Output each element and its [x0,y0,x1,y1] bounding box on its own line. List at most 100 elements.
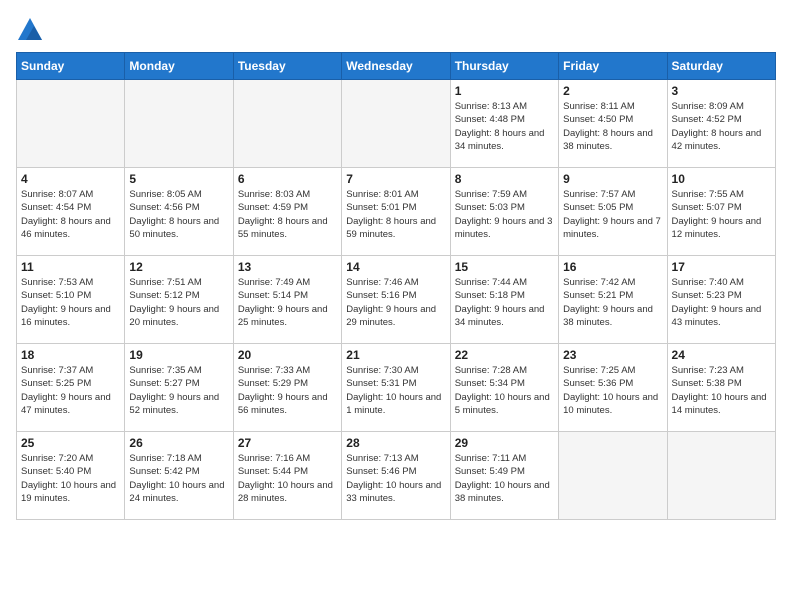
calendar-cell: 24Sunrise: 7:23 AM Sunset: 5:38 PM Dayli… [667,344,775,432]
day-info: Sunrise: 7:57 AM Sunset: 5:05 PM Dayligh… [563,188,662,241]
day-info: Sunrise: 7:28 AM Sunset: 5:34 PM Dayligh… [455,364,554,417]
day-number: 10 [672,172,771,186]
day-number: 29 [455,436,554,450]
day-info: Sunrise: 8:11 AM Sunset: 4:50 PM Dayligh… [563,100,662,153]
day-header-monday: Monday [125,53,233,80]
calendar-cell: 7 Sunrise: 8:01 AM Sunset: 5:01 PM Daylig… [342,168,450,256]
day-number: 11 [21,260,120,274]
logo-icon [16,16,44,44]
calendar-cell: 17 Sunrise: 7:40 AM Sunset: 5:23 PM Dayli… [667,256,775,344]
day-info: Sunrise: 8:03 AM Sunset: 4:59 PM Dayligh… [238,188,337,241]
calendar-cell: 12 Sunrise: 7:51 AM Sunset: 5:12 PM Dayli… [125,256,233,344]
day-number: 28 [346,436,445,450]
day-number: 25 [21,436,120,450]
days-of-week-row: SundayMondayTuesdayWednesdayThursdayFrid… [17,53,776,80]
calendar-cell: 6 Sunrise: 8:03 AM Sunset: 4:59 PM Daylig… [233,168,341,256]
day-header-friday: Friday [559,53,667,80]
calendar-cell: 27 Sunrise: 7:16 AM Sunset: 5:44 PM Dayli… [233,432,341,520]
week-row-5: 25 Sunrise: 7:20 AM Sunset: 5:40 PM Dayli… [17,432,776,520]
day-info: Sunrise: 8:01 AM Sunset: 5:01 PM Dayligh… [346,188,445,241]
page-header [16,16,776,44]
day-info: Sunrise: 7:49 AM Sunset: 5:14 PM Dayligh… [238,276,337,329]
day-number: 21 [346,348,445,362]
day-info: Sunrise: 8:05 AM Sunset: 4:56 PM Dayligh… [129,188,228,241]
day-number: 19 [129,348,228,362]
calendar-cell: 2 Sunrise: 8:11 AM Sunset: 4:50 PM Daylig… [559,80,667,168]
day-info: Sunrise: 8:09 AM Sunset: 4:52 PM Dayligh… [672,100,771,153]
calendar-cell: 22 Sunrise: 7:28 AM Sunset: 5:34 PM Dayli… [450,344,558,432]
day-info: Sunrise: 7:16 AM Sunset: 5:44 PM Dayligh… [238,452,337,505]
week-row-3: 11Sunrise: 7:53 AM Sunset: 5:10 PM Dayli… [17,256,776,344]
day-number: 4 [21,172,120,186]
calendar-cell: 4 Sunrise: 8:07 AM Sunset: 4:54 PM Daylig… [17,168,125,256]
day-number: 12 [129,260,228,274]
calendar-cell [233,80,341,168]
day-info: Sunrise: 7:46 AM Sunset: 5:16 PM Dayligh… [346,276,445,329]
calendar-cell [342,80,450,168]
day-info: Sunrise: 7:40 AM Sunset: 5:23 PM Dayligh… [672,276,771,329]
day-number: 15 [455,260,554,274]
day-number: 22 [455,348,554,362]
day-info: Sunrise: 7:30 AM Sunset: 5:31 PM Dayligh… [346,364,445,417]
day-number: 8 [455,172,554,186]
day-number: 6 [238,172,337,186]
day-header-tuesday: Tuesday [233,53,341,80]
week-row-2: 4 Sunrise: 8:07 AM Sunset: 4:54 PM Daylig… [17,168,776,256]
calendar-cell: 5 Sunrise: 8:05 AM Sunset: 4:56 PM Daylig… [125,168,233,256]
calendar-table: SundayMondayTuesdayWednesdayThursdayFrid… [16,52,776,520]
day-info: Sunrise: 7:33 AM Sunset: 5:29 PM Dayligh… [238,364,337,417]
calendar-cell: 19 Sunrise: 7:35 AM Sunset: 5:27 PM Dayli… [125,344,233,432]
day-header-saturday: Saturday [667,53,775,80]
calendar-cell [125,80,233,168]
day-info: Sunrise: 7:59 AM Sunset: 5:03 PM Dayligh… [455,188,554,241]
day-info: Sunrise: 7:11 AM Sunset: 5:49 PM Dayligh… [455,452,554,505]
calendar-cell: 23Sunrise: 7:25 AM Sunset: 5:36 PM Dayli… [559,344,667,432]
day-header-sunday: Sunday [17,53,125,80]
calendar-cell [17,80,125,168]
logo [16,16,48,44]
week-row-4: 18 Sunrise: 7:37 AM Sunset: 5:25 PM Dayli… [17,344,776,432]
calendar-cell: 20 Sunrise: 7:33 AM Sunset: 5:29 PM Dayli… [233,344,341,432]
calendar-cell: 21 Sunrise: 7:30 AM Sunset: 5:31 PM Dayli… [342,344,450,432]
day-number: 3 [672,84,771,98]
day-number: 13 [238,260,337,274]
day-number: 7 [346,172,445,186]
calendar-cell: 16Sunrise: 7:42 AM Sunset: 5:21 PM Dayli… [559,256,667,344]
day-number: 17 [672,260,771,274]
day-info: Sunrise: 7:13 AM Sunset: 5:46 PM Dayligh… [346,452,445,505]
calendar-cell: 28 Sunrise: 7:13 AM Sunset: 5:46 PM Dayli… [342,432,450,520]
calendar-cell: 10 Sunrise: 7:55 AM Sunset: 5:07 PM Dayli… [667,168,775,256]
calendar-cell: 14 Sunrise: 7:46 AM Sunset: 5:16 PM Dayli… [342,256,450,344]
calendar-cell: 18 Sunrise: 7:37 AM Sunset: 5:25 PM Dayli… [17,344,125,432]
day-header-thursday: Thursday [450,53,558,80]
day-number: 1 [455,84,554,98]
calendar-header: SundayMondayTuesdayWednesdayThursdayFrid… [17,53,776,80]
day-number: 24 [672,348,771,362]
calendar-cell: 11Sunrise: 7:53 AM Sunset: 5:10 PM Dayli… [17,256,125,344]
day-number: 5 [129,172,228,186]
day-info: Sunrise: 7:51 AM Sunset: 5:12 PM Dayligh… [129,276,228,329]
day-info: Sunrise: 7:55 AM Sunset: 5:07 PM Dayligh… [672,188,771,241]
day-number: 27 [238,436,337,450]
day-number: 9 [563,172,662,186]
day-number: 18 [21,348,120,362]
day-info: Sunrise: 7:35 AM Sunset: 5:27 PM Dayligh… [129,364,228,417]
day-info: Sunrise: 7:20 AM Sunset: 5:40 PM Dayligh… [21,452,120,505]
day-info: Sunrise: 8:07 AM Sunset: 4:54 PM Dayligh… [21,188,120,241]
day-number: 2 [563,84,662,98]
day-number: 16 [563,260,662,274]
day-number: 14 [346,260,445,274]
calendar-cell: 25 Sunrise: 7:20 AM Sunset: 5:40 PM Dayli… [17,432,125,520]
day-info: Sunrise: 7:44 AM Sunset: 5:18 PM Dayligh… [455,276,554,329]
calendar-cell: 26Sunrise: 7:18 AM Sunset: 5:42 PM Dayli… [125,432,233,520]
calendar-cell [667,432,775,520]
day-info: Sunrise: 8:13 AM Sunset: 4:48 PM Dayligh… [455,100,554,153]
calendar-body: 1 Sunrise: 8:13 AM Sunset: 4:48 PM Daylig… [17,80,776,520]
calendar-cell: 1 Sunrise: 8:13 AM Sunset: 4:48 PM Daylig… [450,80,558,168]
calendar-cell: 3 Sunrise: 8:09 AM Sunset: 4:52 PM Daylig… [667,80,775,168]
day-info: Sunrise: 7:25 AM Sunset: 5:36 PM Dayligh… [563,364,662,417]
day-info: Sunrise: 7:37 AM Sunset: 5:25 PM Dayligh… [21,364,120,417]
calendar-cell: 9 Sunrise: 7:57 AM Sunset: 5:05 PM Daylig… [559,168,667,256]
day-info: Sunrise: 7:18 AM Sunset: 5:42 PM Dayligh… [129,452,228,505]
day-number: 20 [238,348,337,362]
